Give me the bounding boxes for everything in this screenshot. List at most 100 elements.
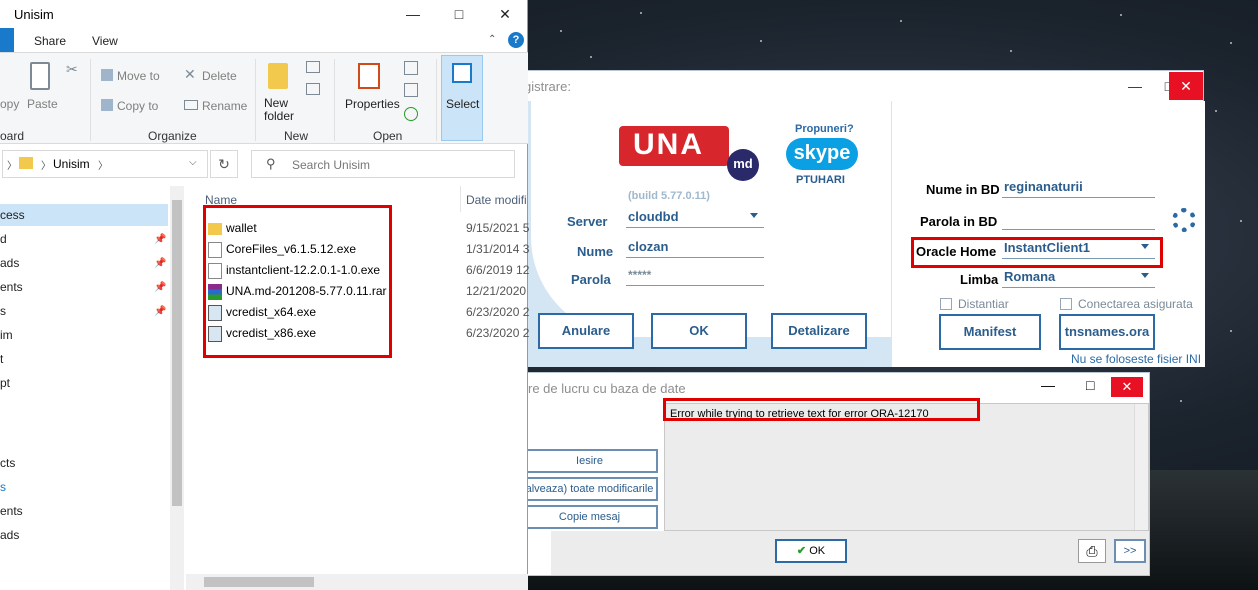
navigation-pane: cess d ads ents s im t pt cts s ents ads… [0, 186, 185, 590]
build-label: (build 5.77.0.11) [628, 190, 710, 202]
nav-item[interactable]: s [0, 480, 6, 494]
select-button[interactable]: Select [446, 97, 479, 111]
organize-group: Organize [148, 129, 197, 143]
minimize-button[interactable]: — [1041, 377, 1055, 393]
nav-item[interactable]: cts [0, 456, 15, 470]
window-title: Unisim [14, 7, 54, 22]
chevron-down-icon [1141, 273, 1149, 278]
tnsnames-button[interactable]: tnsnames.ora [1059, 314, 1155, 350]
tab-share[interactable]: Share [34, 34, 66, 48]
parola-bd-field[interactable] [1002, 210, 1155, 230]
delete-button[interactable]: Delete [202, 69, 237, 83]
nume-bd-field[interactable]: reginanaturii [1002, 178, 1155, 198]
distantiar-checkbox[interactable] [940, 298, 952, 310]
paste-icon [30, 62, 50, 90]
skype-user: PTUHARI [796, 174, 845, 186]
history-icon[interactable] [404, 107, 418, 121]
breadcrumb[interactable]: Unisim [53, 157, 90, 171]
pin-icon[interactable]: 📌 [154, 282, 166, 293]
manifest-button[interactable]: Manifest [939, 314, 1041, 350]
rename-button[interactable]: Rename [202, 99, 247, 113]
nav-item[interactable]: ents [0, 504, 23, 518]
maximize-button[interactable]: □ [1086, 377, 1094, 393]
iesire-button[interactable]: Iesire [521, 449, 658, 473]
minimize-button[interactable]: — [390, 0, 436, 28]
pin-icon[interactable]: 📌 [154, 234, 166, 245]
paste-button[interactable]: Paste [27, 97, 58, 111]
conectarea-label: Conectarea asigurata [1078, 297, 1193, 311]
nav-item[interactable]: t [0, 352, 3, 366]
close-button[interactable]: ✕ [1169, 72, 1203, 100]
una-logo-text: UNA [633, 128, 704, 161]
address-bar[interactable]: 〉 〉 Unisim 〉 ⌵ [2, 150, 208, 178]
new-folder-icon [268, 63, 288, 89]
nav-item[interactable]: ents [0, 280, 23, 294]
gear-icon[interactable] [1172, 208, 1196, 232]
printer-icon[interactable]: ⎙ [1078, 539, 1106, 563]
nav-item[interactable]: s [0, 304, 6, 318]
nav-item[interactable]: ads [0, 528, 19, 542]
open-group: Open [373, 129, 403, 143]
edit-icon[interactable] [404, 83, 418, 97]
copy-to-button[interactable]: Copy to [117, 99, 158, 113]
detalizare-button[interactable]: Detalizare [771, 313, 867, 349]
ribbon-tabs: Share View ⌃ ? [0, 28, 528, 52]
parola-label: Parola [571, 272, 611, 287]
close-button[interactable]: ✕ [1111, 377, 1143, 397]
chevron-up-icon[interactable]: ⌃ [488, 34, 496, 45]
help-icon[interactable]: ? [508, 32, 524, 48]
file-tab[interactable] [0, 28, 14, 52]
message-area[interactable]: Error while trying to retrieve text for … [664, 403, 1149, 531]
move-to-button[interactable]: Move to [117, 69, 160, 83]
pin-icon[interactable]: 📌 [154, 306, 166, 317]
nav-item[interactable]: d [0, 232, 7, 246]
maximize-button[interactable]: □ [436, 0, 482, 28]
column-date[interactable]: Date modifi [466, 193, 527, 207]
scissors-icon[interactable]: ✂ [66, 61, 78, 78]
clipboard-group: oard [0, 129, 25, 143]
easy-access-icon[interactable] [306, 83, 320, 95]
md-badge: md [727, 149, 759, 181]
new-item-icon[interactable] [306, 61, 320, 73]
highlight-box [203, 205, 392, 358]
salveaza-button[interactable]: alveaza) toate modificarile [521, 477, 658, 501]
properties-button[interactable]: Properties [345, 97, 400, 111]
chevron-down-icon[interactable]: ⌵ [189, 157, 197, 168]
nav-item[interactable]: ads [0, 256, 19, 270]
parola-field[interactable]: ***** [626, 266, 764, 286]
skype-icon[interactable]: skype [786, 138, 858, 170]
chevron-right-icon: 〉 [7, 161, 17, 172]
folder-icon [19, 157, 33, 169]
limba-select[interactable]: Romana [1002, 268, 1155, 288]
login-title: gistrare: [524, 79, 571, 94]
pin-icon[interactable]: 📌 [154, 258, 166, 269]
login-left-pane: UNA md Propuneri? skype PTUHARI (build 5… [501, 101, 891, 367]
nume-field[interactable]: clozan [626, 238, 764, 258]
nav-item[interactable]: pt [0, 376, 10, 390]
new-folder-button[interactable]: New folder [264, 97, 304, 123]
nav-item[interactable]: im [0, 328, 13, 342]
scrollbar[interactable] [1134, 404, 1148, 530]
tab-view[interactable]: View [92, 34, 118, 48]
conectarea-checkbox[interactable] [1060, 298, 1072, 310]
nav-scrollbar[interactable] [170, 186, 184, 590]
open-icon[interactable] [404, 61, 418, 75]
refresh-icon[interactable]: ↻ [210, 150, 238, 178]
anulare-button[interactable]: Anulare [538, 313, 634, 349]
copy-button[interactable]: opy [0, 97, 19, 111]
ok-button[interactable]: ✔ OK [775, 539, 847, 563]
horizontal-scrollbar[interactable] [186, 574, 528, 590]
highlight-box [663, 398, 980, 421]
copie-mesaj-button[interactable]: Copie mesaj [521, 505, 658, 529]
next-button[interactable]: >> [1114, 539, 1146, 563]
file-explorer-window: Unisim — □ ✕ Share View ⌃ ? opy Paste ✂ … [0, 0, 529, 590]
delete-icon: ✕ [184, 66, 196, 82]
ok-button[interactable]: OK [651, 313, 747, 349]
close-button[interactable]: ✕ [482, 0, 528, 28]
nav-item[interactable]: cess [0, 208, 25, 222]
server-label: Server [567, 214, 608, 229]
server-select[interactable]: cloudbd [626, 208, 764, 228]
error-title: re de lucru cu baza de date [528, 381, 686, 396]
minimize-button[interactable]: — [1118, 72, 1152, 100]
search-input[interactable]: ⚲ Search Unisim [251, 150, 515, 178]
